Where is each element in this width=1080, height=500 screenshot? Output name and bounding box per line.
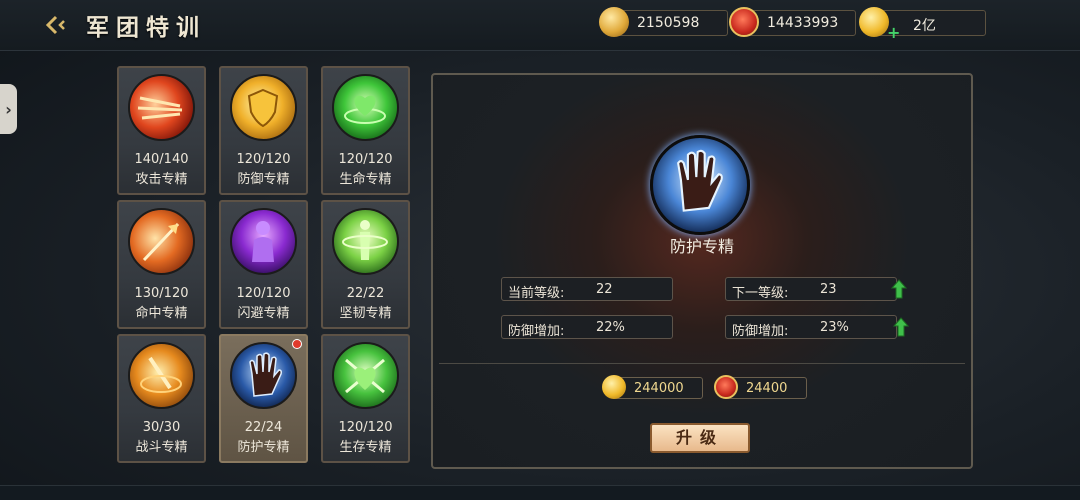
skill-name: 闪避专精	[237, 306, 290, 321]
add-coin-plus-icon[interactable]: +	[887, 23, 900, 42]
heart-icon	[332, 74, 399, 141]
medal-cost: 24400	[714, 375, 807, 399]
resource-red-medal: 14433993	[729, 7, 856, 37]
arrow-icon	[128, 208, 195, 275]
next-level-label: 下一等级:	[732, 286, 789, 301]
up-arrow-icon	[893, 317, 909, 337]
skill-card-defense[interactable]: 120/120 防御专精	[219, 66, 308, 195]
back-button[interactable]	[44, 12, 70, 38]
skill-name: 生存专精	[339, 440, 392, 455]
skill-level: 120/120	[236, 152, 291, 167]
bottom-bar	[0, 485, 1080, 500]
skill-level: 22/24	[244, 420, 283, 435]
next-bonus-box: 防御增加: 23%	[725, 315, 897, 339]
current-level-box: 当前等级: 22	[501, 277, 673, 301]
skill-card-protect[interactable]: 22/24 防护专精	[219, 334, 308, 463]
shadow-figure-icon	[230, 208, 297, 275]
skill-level: 30/30	[142, 420, 181, 435]
side-expand-tab[interactable]: ›	[0, 84, 17, 134]
page-title: 军团特训	[86, 14, 206, 41]
red-medal-icon	[714, 375, 738, 399]
skill-level: 120/120	[338, 152, 393, 167]
skill-name: 防御专精	[237, 172, 290, 187]
up-arrow-icon	[891, 279, 907, 299]
coin-cost-value: 244000	[634, 381, 684, 396]
skill-card-battle[interactable]: 30/30 战斗专精	[117, 334, 206, 463]
attack-icon	[128, 74, 195, 141]
skill-card-hit[interactable]: 130/120 命中专精	[117, 200, 206, 329]
skill-name: 防护专精	[237, 440, 290, 455]
skill-name: 攻击专精	[135, 172, 188, 187]
skill-name: 生命专精	[339, 172, 392, 187]
skill-level: 120/120	[236, 286, 291, 301]
gold-coin-icon	[859, 7, 889, 37]
skill-level: 140/140	[134, 152, 189, 167]
resource-gold-ingot: 2150598	[599, 7, 728, 37]
current-bonus-box: 防御增加: 22%	[501, 315, 673, 339]
current-bonus-value: 22%	[596, 320, 625, 335]
current-bonus-label: 防御增加:	[508, 324, 565, 339]
resource-gold-coin[interactable]: + 2亿	[859, 7, 986, 42]
divider	[439, 363, 965, 364]
skill-detail-panel: 防护专精 当前等级: 22 下一等级: 23 防御增加: 22% 防御增加: 2…	[431, 73, 973, 469]
gold-ingot-amount: 2150598	[637, 15, 700, 31]
skill-level: 22/22	[346, 286, 385, 301]
skill-card-dodge[interactable]: 120/120 闪避专精	[219, 200, 308, 329]
medal-cost-value: 24400	[746, 381, 788, 396]
heart-cross-icon	[332, 342, 399, 409]
next-bonus-value: 23%	[820, 320, 849, 335]
coin-cost: 244000	[602, 375, 703, 399]
gold-coin-amount: 2亿	[913, 18, 936, 34]
sword-swirl-icon	[128, 342, 195, 409]
next-bonus-label: 防御增加:	[732, 324, 789, 339]
red-medal-amount: 14433993	[767, 15, 839, 31]
shield-icon	[230, 74, 297, 141]
next-level-box: 下一等级: 23	[725, 277, 897, 301]
back-arrow-icon	[45, 15, 65, 35]
chevron-right-icon: ›	[5, 99, 12, 119]
detail-skill-name: 防护专精	[669, 237, 734, 256]
hand-icon	[650, 135, 750, 235]
gold-coin-icon	[602, 375, 626, 399]
skill-level: 120/120	[338, 420, 393, 435]
skill-name: 坚韧专精	[339, 306, 392, 321]
figure-ring-icon	[332, 208, 399, 275]
next-level-value: 23	[820, 282, 837, 297]
hand-icon	[230, 342, 297, 409]
skill-card-survive[interactable]: 120/120 生存专精	[321, 334, 410, 463]
current-level-value: 22	[596, 282, 613, 297]
current-level-label: 当前等级:	[508, 286, 565, 301]
red-medal-icon	[729, 7, 759, 37]
skill-name: 战斗专精	[135, 440, 188, 455]
skill-card-tough[interactable]: 22/22 坚韧专精	[321, 200, 410, 329]
skill-name: 命中专精	[135, 306, 188, 321]
upgrade-button[interactable]: 升级	[650, 423, 750, 453]
gold-ingot-icon	[599, 7, 629, 37]
skill-card-life[interactable]: 120/120 生命专精	[321, 66, 410, 195]
skill-card-attack[interactable]: 140/140 攻击专精	[117, 66, 206, 195]
skill-level: 130/120	[134, 286, 189, 301]
